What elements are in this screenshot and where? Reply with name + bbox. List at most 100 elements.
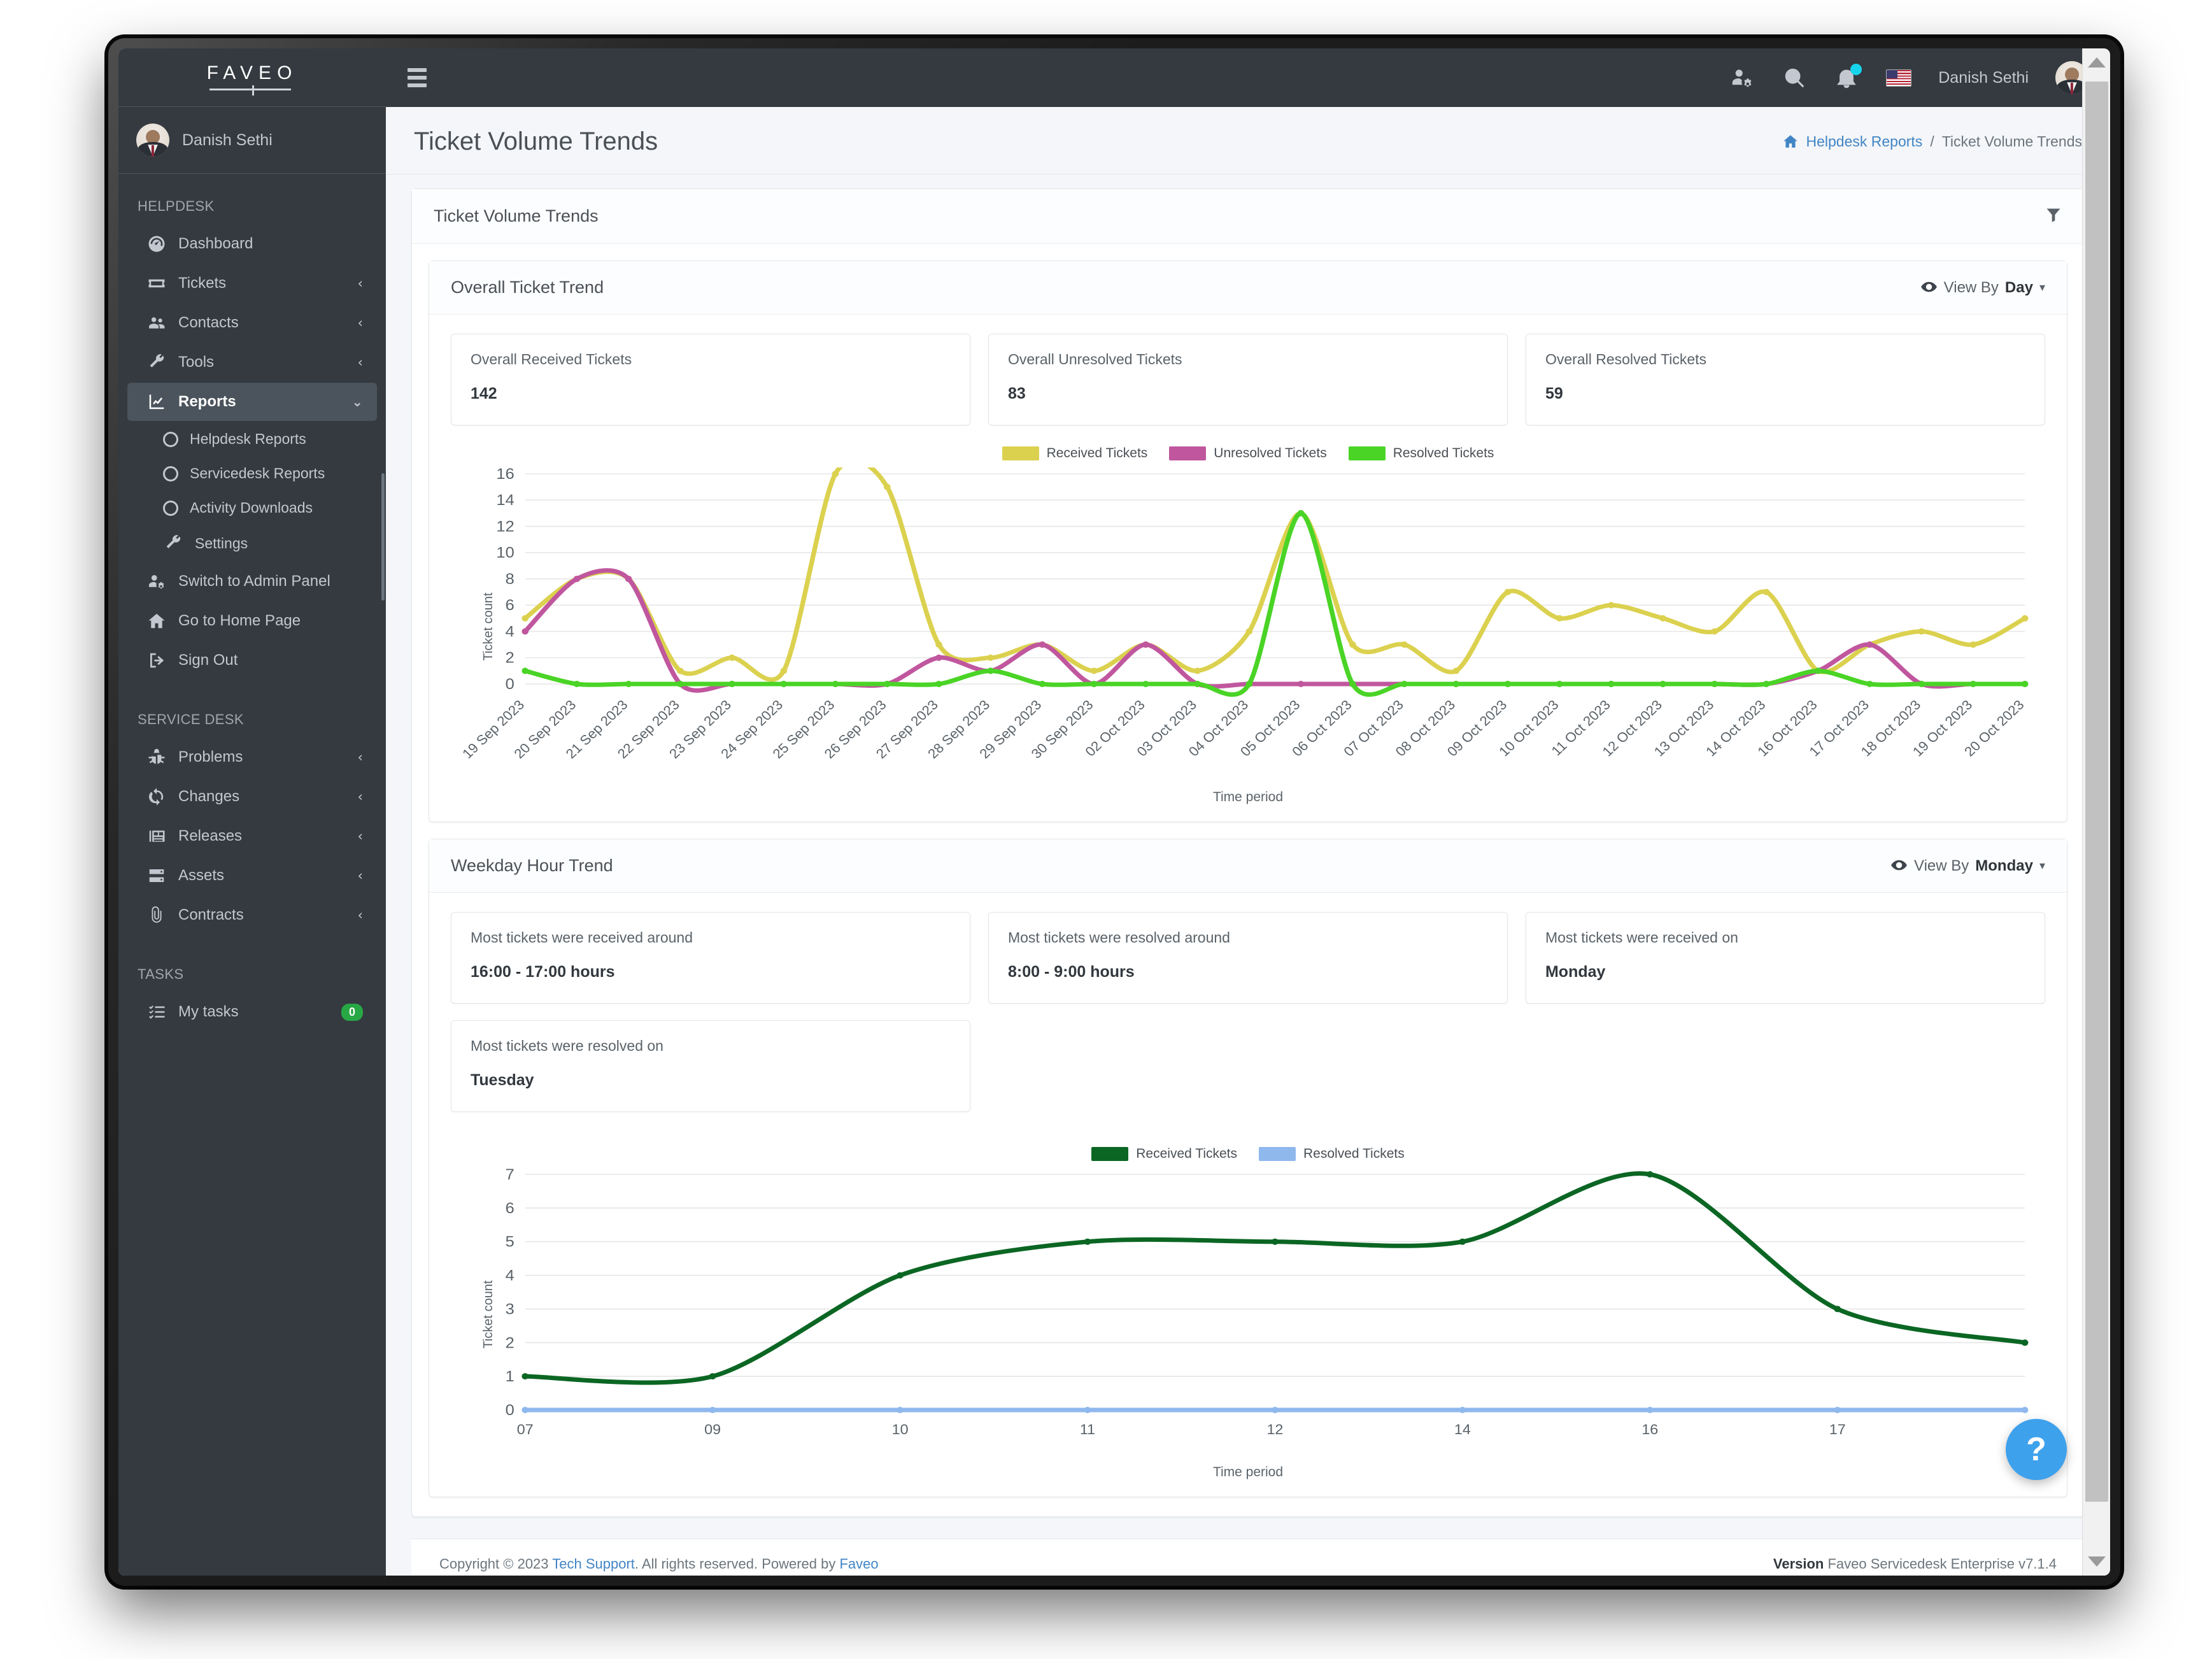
legend-item[interactable]: Resolved Tickets bbox=[1348, 446, 1494, 461]
nav-section-header-tasks: TASKS bbox=[138, 966, 184, 982]
chevron-left-icon: ‹ bbox=[357, 908, 363, 923]
sidebar-item-tools[interactable]: Tools ‹ bbox=[127, 343, 377, 381]
sign-out-icon bbox=[146, 651, 167, 670]
home-icon bbox=[1782, 133, 1799, 151]
chevron-left-icon: ‹ bbox=[357, 355, 363, 370]
sidebar-item-dashboard[interactable]: Dashboard bbox=[127, 225, 377, 263]
copyright-text: Copyright © 2023 Tech Support. All right… bbox=[439, 1556, 879, 1572]
outer-card-header: Ticket Volume Trends bbox=[412, 189, 2084, 244]
bug-icon bbox=[146, 748, 167, 767]
stat-value: 83 bbox=[1007, 385, 1026, 402]
scroll-down-arrow[interactable] bbox=[2083, 1548, 2110, 1576]
weekday-card-header: Weekday Hour Trend View By Monday ▾ bbox=[429, 839, 2067, 893]
svg-text:11: 11 bbox=[1080, 1421, 1095, 1437]
overall-card-header: Overall Ticket Trend View By Day ▾ bbox=[429, 261, 2067, 315]
sidebar-item-switch-admin-panel[interactable]: Switch to Admin Panel bbox=[127, 562, 377, 601]
hamburger-menu-icon[interactable] bbox=[408, 68, 427, 87]
legend-swatch bbox=[1002, 446, 1039, 460]
main-region: Danish Sethi Ticket Volume Trends Helpde… bbox=[386, 48, 2110, 1576]
sidebar-item-label: Changes bbox=[178, 788, 240, 805]
svg-text:4: 4 bbox=[506, 1267, 514, 1284]
nav-section-header-helpdesk: HELPDESK bbox=[138, 198, 215, 214]
sidebar-item-go-home[interactable]: Go to Home Page bbox=[127, 602, 377, 640]
topbar-actions: Danish Sethi bbox=[1729, 61, 2088, 94]
status-badge: 0 bbox=[341, 1003, 363, 1021]
stat-label: Overall Received Tickets bbox=[471, 351, 632, 367]
chevron-left-icon: ‹ bbox=[357, 276, 363, 291]
circle-icon bbox=[163, 466, 178, 481]
svg-text:10: 10 bbox=[892, 1421, 909, 1437]
circle-icon bbox=[163, 500, 178, 516]
x-axis-label: Time period bbox=[1212, 1465, 1284, 1479]
stat-card-resolved-on: Most tickets were resolved on Tuesday bbox=[451, 1020, 970, 1112]
sidebar-item-contracts[interactable]: Contracts ‹ bbox=[127, 896, 377, 934]
faveo-link[interactable]: Faveo bbox=[839, 1556, 878, 1572]
chevron-left-icon: ‹ bbox=[357, 789, 363, 804]
svg-text:10: 10 bbox=[496, 545, 514, 561]
overall-stats-row: Overall Received Tickets 142 Overall Unr… bbox=[429, 315, 2067, 425]
user-gear-icon[interactable] bbox=[1729, 65, 1755, 90]
legend-swatch bbox=[1259, 1147, 1296, 1161]
view-by-label: View By bbox=[1914, 857, 1969, 874]
sidebar-item-reports[interactable]: Reports ⌄ bbox=[127, 383, 377, 421]
sidebar-subitem-activity-downloads[interactable]: Activity Downloads bbox=[127, 491, 377, 525]
search-icon[interactable] bbox=[1782, 65, 1807, 90]
sidebar-user-panel[interactable]: Danish Sethi bbox=[118, 107, 386, 174]
stat-label: Most tickets were received on bbox=[1545, 929, 1738, 946]
svg-text:3: 3 bbox=[506, 1301, 514, 1318]
svg-text:09: 09 bbox=[704, 1421, 721, 1437]
legend-item[interactable]: Received Tickets bbox=[1091, 1146, 1237, 1162]
flag-us-icon[interactable] bbox=[1886, 69, 1912, 87]
help-button[interactable]: ? bbox=[2006, 1419, 2067, 1480]
overall-ticket-trend-chart: Ticket count 0 2 4 6 8 10 12 14 16 19 Sep 2023 20 … bbox=[451, 467, 2045, 786]
sidebar-subitem-label: Activity Downloads bbox=[190, 499, 313, 516]
svg-text:16: 16 bbox=[496, 467, 514, 483]
topbar-username[interactable]: Danish Sethi bbox=[1938, 69, 2029, 87]
bell-icon[interactable] bbox=[1834, 64, 1862, 90]
scrollbar-thumb[interactable] bbox=[2085, 82, 2108, 1502]
legend-item[interactable]: Unresolved Tickets bbox=[1169, 446, 1327, 461]
company-link[interactable]: Tech Support bbox=[552, 1556, 635, 1572]
outer-card-title: Ticket Volume Trends bbox=[434, 206, 599, 225]
sidebar-item-problems[interactable]: Problems ‹ bbox=[127, 738, 377, 776]
view-by-monday-dropdown[interactable]: View By Monday ▾ bbox=[1890, 857, 2045, 875]
sidebar-item-sign-out[interactable]: Sign Out bbox=[127, 641, 377, 680]
filter-icon[interactable] bbox=[2045, 206, 2062, 227]
view-by-day-dropdown[interactable]: View By Day ▾ bbox=[1920, 278, 2045, 297]
legend-swatch bbox=[1091, 1147, 1129, 1161]
sidebar-item-tickets[interactable]: Tickets ‹ bbox=[127, 264, 377, 303]
scroll-up-arrow[interactable] bbox=[2083, 48, 2110, 76]
legend-item[interactable]: Received Tickets bbox=[1002, 446, 1147, 461]
version-info: Version Faveo Servicedesk Enterprise v7.… bbox=[1773, 1556, 2057, 1572]
sidebar-subitem-settings[interactable]: Settings bbox=[127, 525, 377, 561]
breadcrumb: Helpdesk Reports / Ticket Volume Trends bbox=[1782, 133, 2082, 151]
top-navbar: Danish Sethi bbox=[386, 48, 2110, 107]
page-scrollbar[interactable] bbox=[2082, 48, 2110, 1576]
svg-text:12: 12 bbox=[496, 518, 514, 535]
stat-value: Monday bbox=[1545, 963, 1606, 981]
legend-item[interactable]: Resolved Tickets bbox=[1259, 1146, 1405, 1162]
sidebar-item-releases[interactable]: Releases ‹ bbox=[127, 817, 377, 855]
breadcrumb-link-helpdesk-reports[interactable]: Helpdesk Reports bbox=[1806, 133, 1923, 150]
sidebar-item-assets[interactable]: Assets ‹ bbox=[127, 857, 377, 895]
wrench-icon bbox=[146, 353, 167, 372]
brand-logo-area[interactable]: FAVEO bbox=[118, 48, 386, 107]
sidebar-subitem-servicedesk-reports[interactable]: Servicedesk Reports bbox=[127, 457, 377, 490]
version-value: Faveo Servicedesk Enterprise v7.1.4 bbox=[1827, 1556, 2057, 1572]
sidebar-item-label: Switch to Admin Panel bbox=[178, 573, 330, 590]
sync-icon bbox=[146, 787, 167, 806]
sidebar-item-contacts[interactable]: Contacts ‹ bbox=[127, 304, 377, 342]
svg-text:0: 0 bbox=[506, 676, 514, 693]
chart-legend: Received Tickets Resolved Tickets bbox=[451, 1131, 2045, 1168]
sidebar-item-my-tasks[interactable]: My tasks 0 bbox=[127, 993, 377, 1031]
sidebar-subitem-helpdesk-reports[interactable]: Helpdesk Reports bbox=[127, 422, 377, 456]
stat-card-overall-resolved: Overall Resolved Tickets 59 bbox=[1525, 334, 2045, 425]
notification-badge bbox=[1850, 64, 1862, 75]
eye-icon bbox=[1920, 278, 1938, 297]
screen: FAVEO Danish Sethi HELPDESK Dashboard Ti… bbox=[118, 48, 2110, 1576]
sidebar-scrollbar[interactable] bbox=[381, 473, 385, 601]
stat-value: Tuesday bbox=[471, 1071, 534, 1089]
ticket-icon bbox=[146, 274, 167, 293]
sidebar-item-changes[interactable]: Changes ‹ bbox=[127, 778, 377, 816]
stat-value: 59 bbox=[1545, 385, 1563, 402]
